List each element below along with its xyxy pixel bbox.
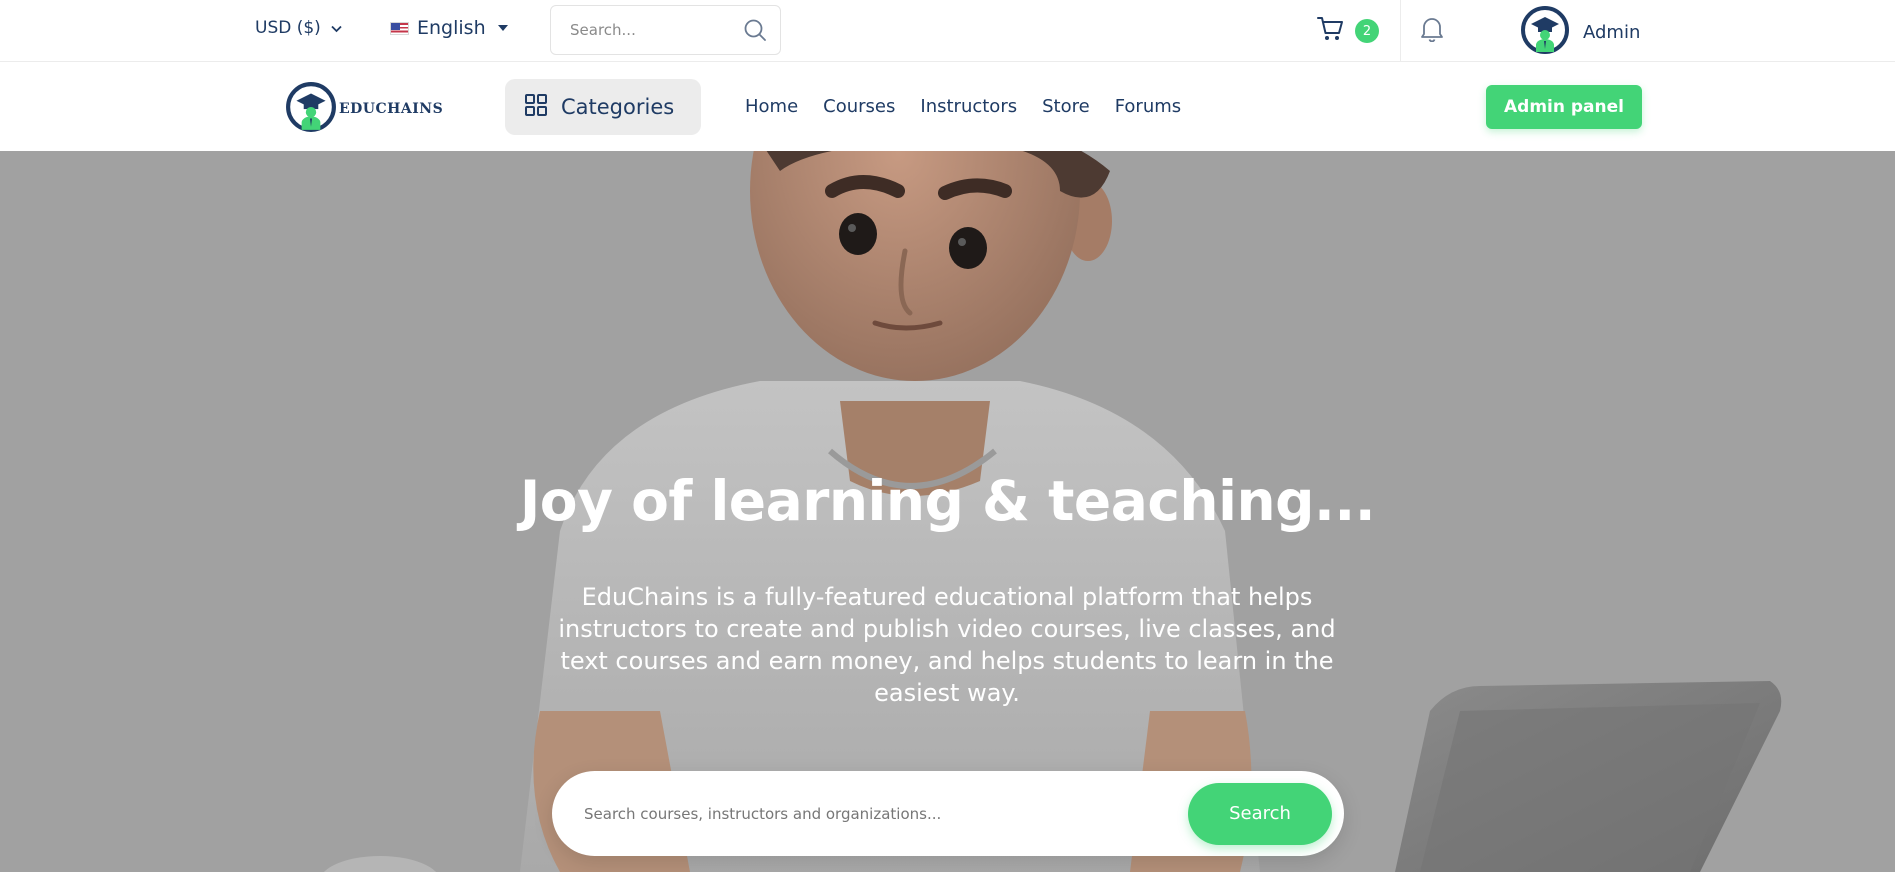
hero-description: EduChains is a fully-featured educationa… [558, 583, 1336, 707]
hero-title: Joy of learning & teaching... [519, 469, 1376, 533]
logo-text: EDUCHAINS [339, 101, 444, 117]
nav-link-store[interactable]: Store [1042, 96, 1090, 117]
hero-search-button[interactable]: Search [1188, 782, 1332, 845]
hero-section: Joy of learning & teaching... EduChains … [0, 151, 1895, 872]
language-selector[interactable]: English [390, 17, 508, 39]
user-name: Admin [1583, 21, 1641, 43]
bell-icon [1420, 18, 1444, 46]
logo-icon [285, 81, 337, 137]
nav-link-home[interactable]: Home [745, 96, 798, 117]
cart-icon [1317, 16, 1345, 46]
currency-label: USD ($) [255, 18, 321, 38]
top-search-box [550, 5, 781, 55]
categories-label: Categories [561, 95, 675, 119]
top-bar: USD ($) English 2 [0, 0, 1895, 62]
admin-panel-button[interactable]: Admin panel [1486, 85, 1642, 129]
nav-link-courses[interactable]: Courses [823, 96, 895, 117]
grid-icon [525, 93, 547, 121]
main-navbar: EDUCHAINS Categories Home Courses Instru… [0, 62, 1895, 151]
user-menu[interactable]: Admin [1520, 5, 1640, 59]
top-search-input[interactable] [570, 21, 730, 39]
divider [1400, 0, 1401, 62]
us-flag-icon [390, 21, 409, 35]
caret-down-icon [497, 25, 508, 31]
cart-button[interactable]: 2 [1317, 16, 1379, 46]
notifications-button[interactable] [1420, 16, 1444, 46]
site-logo[interactable]: EDUCHAINS [285, 81, 443, 137]
hero-search-box: Search [552, 771, 1344, 856]
hero-search-input[interactable] [584, 804, 1188, 823]
cart-count-badge: 2 [1355, 19, 1379, 43]
nav-link-instructors[interactable]: Instructors [920, 96, 1017, 117]
chevron-down-icon [331, 18, 342, 38]
nav-link-forums[interactable]: Forums [1115, 96, 1181, 117]
avatar [1520, 5, 1570, 59]
currency-selector[interactable]: USD ($) [255, 18, 342, 38]
language-label: English [417, 17, 486, 39]
search-icon[interactable] [743, 18, 767, 42]
categories-button[interactable]: Categories [505, 79, 701, 135]
nav-links: Home Courses Instructors Store Forums [745, 96, 1181, 117]
